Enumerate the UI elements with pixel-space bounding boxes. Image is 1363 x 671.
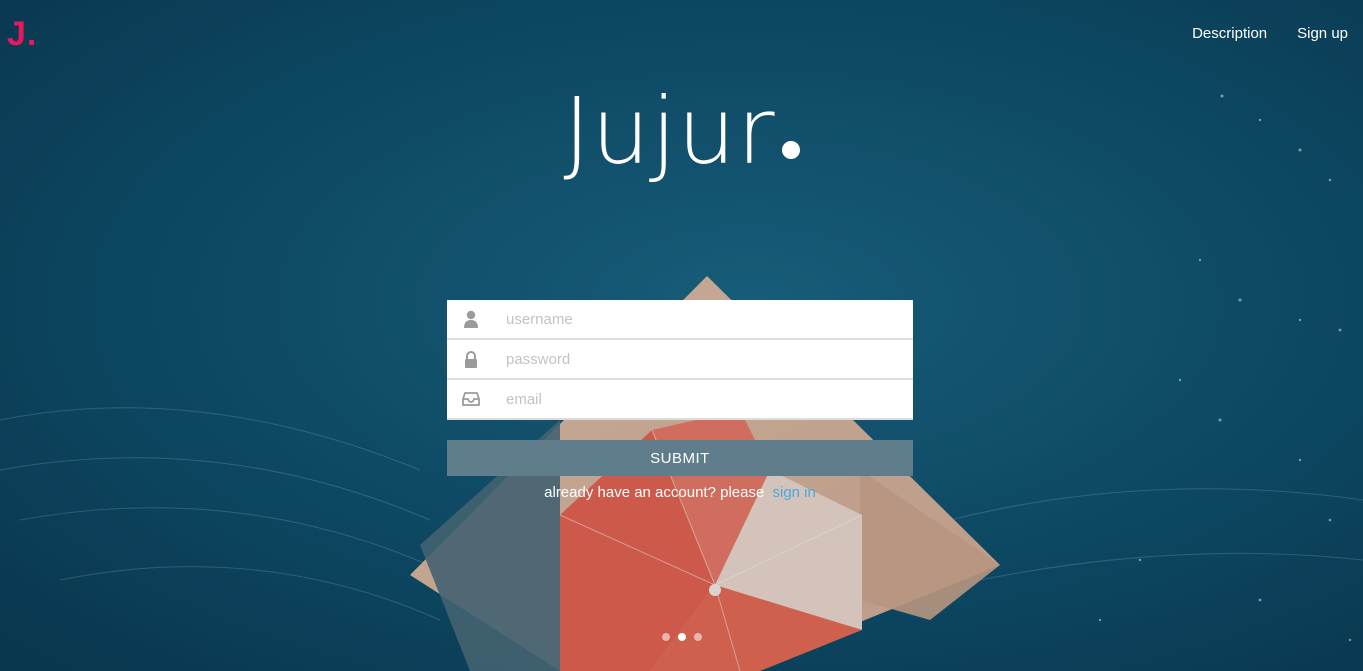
submit-button[interactable]: SUBMIT bbox=[447, 440, 913, 476]
user-icon bbox=[447, 300, 495, 338]
signin-prompt: already have an account? please sign in bbox=[447, 484, 913, 501]
hero-title: Jujur bbox=[0, 72, 1363, 192]
carousel-dot[interactable] bbox=[661, 633, 670, 641]
top-nav: Description Sign up bbox=[1192, 24, 1348, 44]
signup-form: SUBMIT already have an account? please s… bbox=[447, 300, 913, 501]
signin-prompt-text: already have an account? please bbox=[544, 484, 765, 501]
inbox-icon bbox=[447, 380, 495, 418]
nav-description-link[interactable]: Description bbox=[1192, 24, 1267, 44]
logo[interactable]: J. bbox=[7, 14, 37, 54]
lock-icon bbox=[447, 340, 495, 378]
page: J. Description Sign up Jujur username em… bbox=[0, 0, 1363, 671]
username-row bbox=[447, 300, 913, 340]
email-row bbox=[447, 380, 913, 420]
signin-link[interactable]: sign in bbox=[772, 484, 815, 501]
carousel-dot-active[interactable] bbox=[677, 633, 686, 641]
hero-title-text: Jujur bbox=[563, 78, 776, 185]
password-row bbox=[447, 340, 913, 380]
password-input[interactable] bbox=[495, 340, 913, 378]
hero-title-dot bbox=[781, 141, 800, 159]
username-input[interactable] bbox=[495, 300, 913, 338]
nav-signup-link[interactable]: Sign up bbox=[1297, 24, 1348, 44]
carousel-dot[interactable] bbox=[693, 633, 702, 641]
carousel-indicators bbox=[0, 633, 1363, 641]
email-input[interactable] bbox=[495, 380, 913, 418]
